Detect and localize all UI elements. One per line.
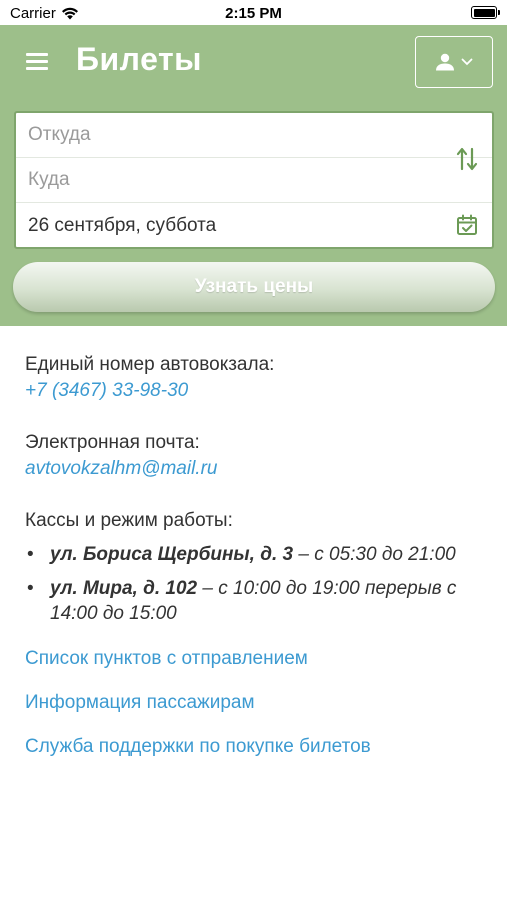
user-icon: [436, 53, 454, 71]
clock: 2:15 PM: [225, 5, 282, 22]
departure-points-link[interactable]: Список пунктов с отправлением: [25, 646, 485, 672]
support-link[interactable]: Служба поддержки по покупке билетов: [25, 734, 485, 760]
app-header: Билеты Откуда Куда 26 сентября, суббота: [0, 25, 507, 326]
battery-icon: [471, 6, 500, 19]
cashier-hours: – с 05:30 до 21:00: [293, 544, 456, 565]
station-info: Единый номер автовокзала: +7 (3467) 33-9…: [25, 352, 485, 760]
date-field[interactable]: 26 сентября, суббота: [16, 203, 492, 248]
passenger-info-link[interactable]: Информация пассажирам: [25, 690, 485, 716]
to-placeholder: Куда: [28, 169, 70, 190]
email-label: Электронная почта:: [25, 432, 200, 453]
from-field[interactable]: Откуда: [16, 113, 492, 158]
phone-label: Единый номер автовокзала:: [25, 354, 275, 375]
page-title: Билеты: [76, 41, 202, 77]
search-form: Откуда Куда 26 сентября, суббота: [14, 111, 494, 249]
phone-link[interactable]: +7 (3467) 33-98-30: [25, 378, 485, 404]
cashier-address: ул. Мира, д. 102: [50, 578, 198, 599]
user-menu-button[interactable]: [415, 36, 493, 88]
cashiers-label: Кассы и режим работы:: [25, 510, 233, 531]
swap-icon[interactable]: [456, 147, 478, 171]
menu-icon[interactable]: [26, 53, 48, 71]
get-prices-button[interactable]: Узнать цены: [13, 262, 495, 312]
date-value: 26 сентября, суббота: [28, 214, 217, 236]
chevron-down-icon: [461, 58, 473, 66]
cashiers-list: • ул. Бориса Щербины, д. 3 – с 05:30 до 2…: [25, 542, 485, 626]
from-placeholder: Откуда: [28, 124, 91, 145]
email-link[interactable]: avtovokzalhm@mail.ru: [25, 456, 485, 482]
to-field[interactable]: Куда: [16, 158, 492, 203]
list-item: • ул. Бориса Щербины, д. 3 – с 05:30 до 2…: [27, 544, 456, 565]
list-item: • ул. Мира, д. 102 – с 10:00 до 19:00 пер…: [27, 578, 457, 624]
status-bar: Carrier 2:15 PM: [0, 0, 507, 25]
cashier-address: ул. Бориса Щербины, д. 3: [50, 544, 294, 565]
calendar-icon[interactable]: [456, 214, 478, 236]
